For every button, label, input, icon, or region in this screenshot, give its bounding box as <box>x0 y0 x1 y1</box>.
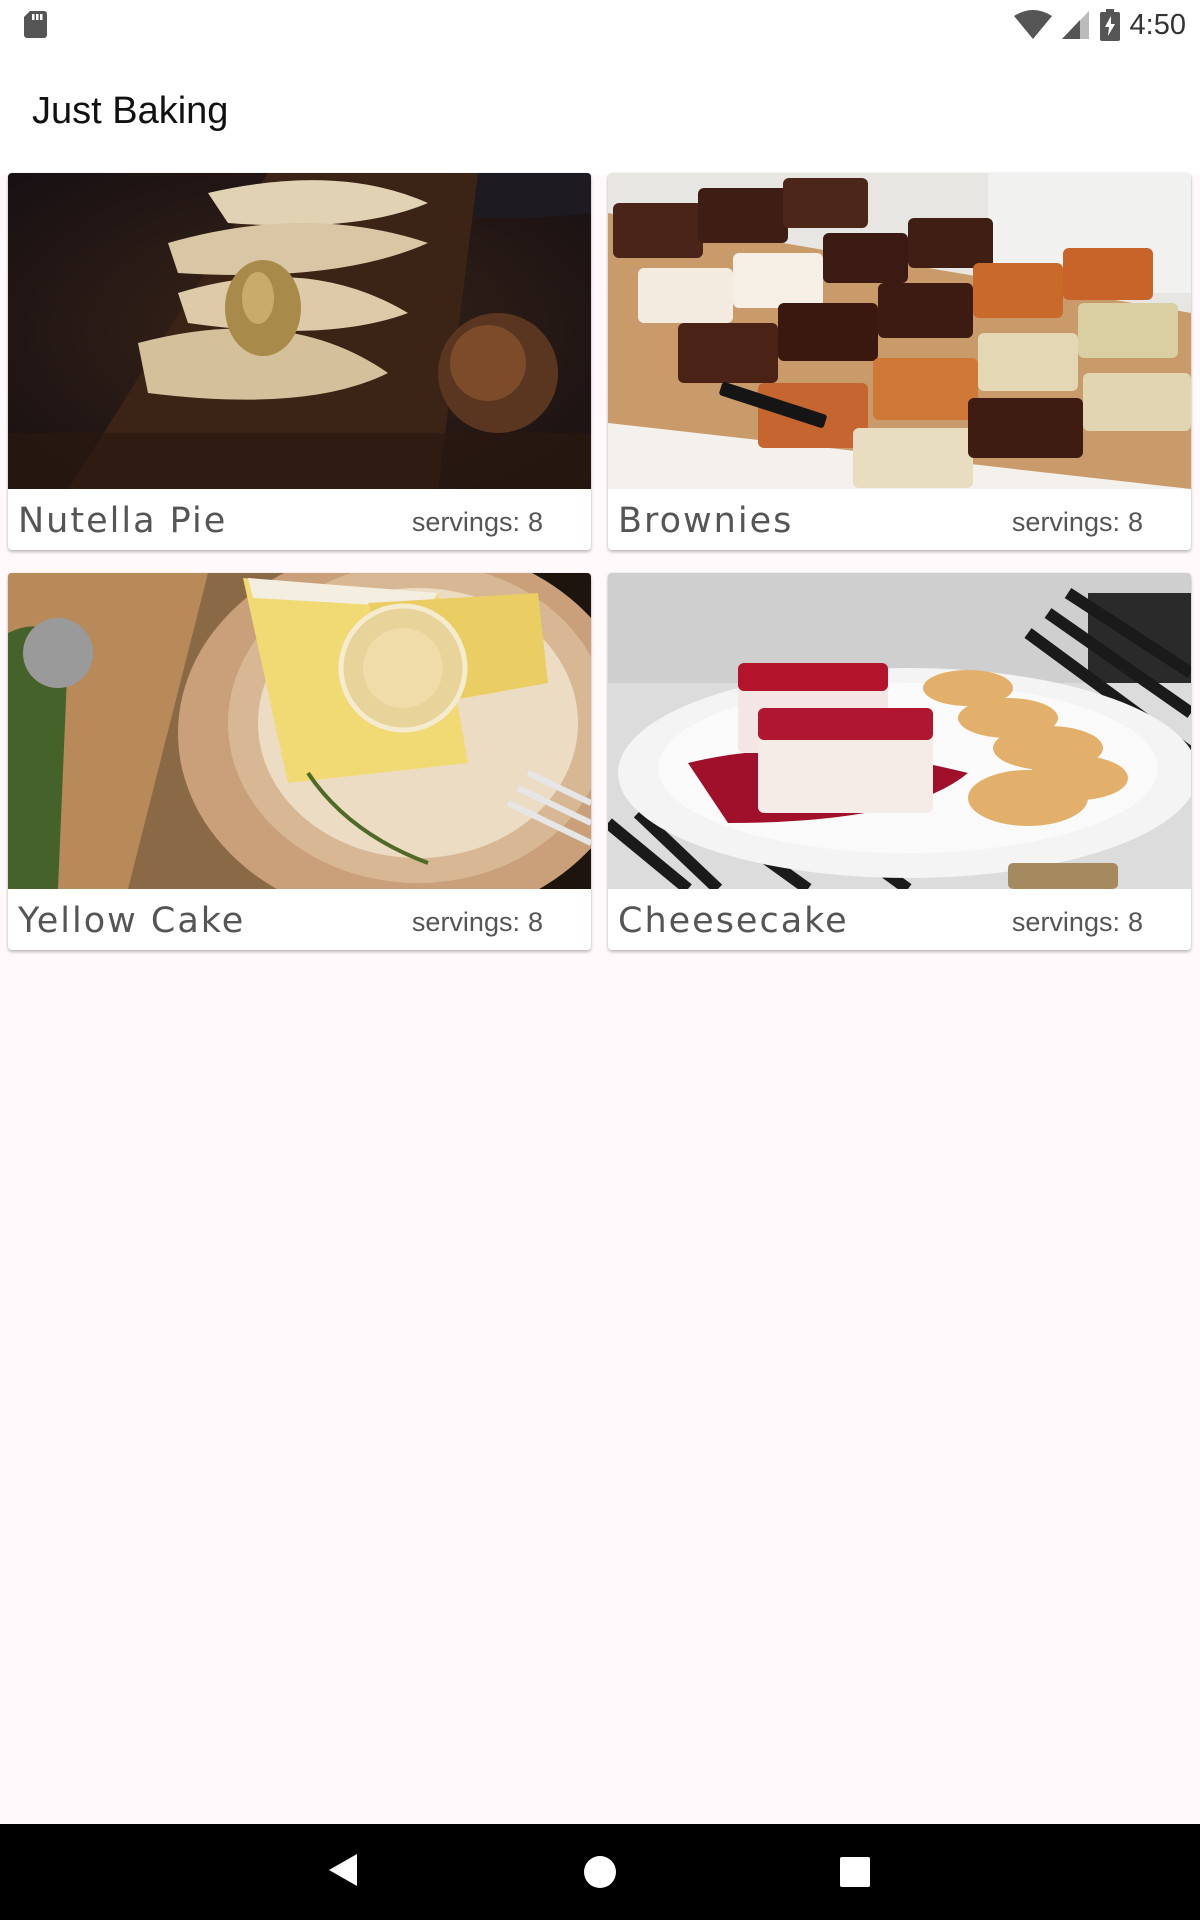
card-footer: Nutella Pie servings: 8 <box>8 489 591 550</box>
app-toolbar: Just Baking <box>0 50 1200 175</box>
recent-apps-icon[interactable] <box>840 1857 870 1887</box>
recipe-servings: servings: 8 <box>1012 907 1143 938</box>
servings-count: 8 <box>527 507 543 537</box>
recipe-name: Nutella Pie <box>18 501 228 541</box>
brownies-photo <box>608 173 1191 489</box>
sd-card-icon <box>24 11 47 38</box>
status-bar: 4:50 <box>0 0 1200 50</box>
recipe-name: Cheesecake <box>618 901 849 941</box>
servings-label: servings: <box>1011 907 1120 937</box>
servings-label: servings: <box>1011 507 1120 537</box>
recipe-name: Yellow Cake <box>18 901 246 941</box>
page-title: Just Baking <box>32 90 229 132</box>
yellow-cake-photo <box>8 573 591 889</box>
status-time: 4:50 <box>1129 8 1186 41</box>
recipe-card-yellow-cake[interactable]: Yellow Cake servings: 8 <box>8 573 591 950</box>
recipe-servings: servings: 8 <box>412 507 543 538</box>
card-footer: Cheesecake servings: 8 <box>608 889 1191 950</box>
recipe-card-nutella-pie[interactable]: Nutella Pie servings: 8 <box>8 173 591 550</box>
cheesecake-photo <box>608 573 1191 889</box>
back-icon[interactable] <box>327 1852 359 1888</box>
servings-label: servings: <box>411 507 520 537</box>
card-footer: Brownies servings: 8 <box>608 489 1191 550</box>
wifi-icon <box>1013 10 1052 39</box>
nutella-pie-photo <box>8 173 591 489</box>
servings-count: 8 <box>527 907 543 937</box>
servings-count: 8 <box>1127 507 1143 537</box>
navigation-bar <box>0 1824 1200 1920</box>
card-footer: Yellow Cake servings: 8 <box>8 889 591 950</box>
battery-charging-icon <box>1099 9 1120 41</box>
recipe-name: Brownies <box>618 501 794 541</box>
recipe-servings: servings: 8 <box>1012 507 1143 538</box>
recipe-card-brownies[interactable]: Brownies servings: 8 <box>608 173 1191 550</box>
recipe-card-cheesecake[interactable]: Cheesecake servings: 8 <box>608 573 1191 950</box>
home-icon[interactable] <box>584 1856 616 1888</box>
recipe-servings: servings: 8 <box>412 907 543 938</box>
servings-label: servings: <box>411 907 520 937</box>
signal-icon <box>1061 11 1089 39</box>
servings-count: 8 <box>1127 907 1143 937</box>
